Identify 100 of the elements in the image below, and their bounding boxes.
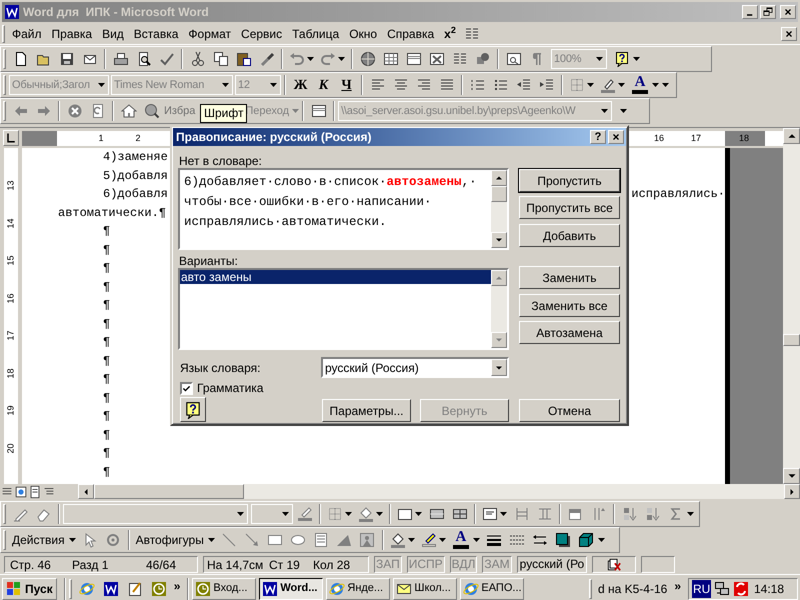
shadow-icon[interactable] <box>555 532 572 548</box>
table-autoformat-icon[interactable] <box>568 506 584 522</box>
paste-icon[interactable] <box>236 51 252 67</box>
caret-icon[interactable] <box>438 538 446 542</box>
dialog-button[interactable]: Автозамена <box>519 321 620 344</box>
menu-item[interactable]: Сервис <box>236 24 288 42</box>
close-icon[interactable] <box>783 7 793 17</box>
vertical-scrollbar[interactable] <box>783 128 800 484</box>
highlighter-icon[interactable] <box>600 77 616 93</box>
menu-item[interactable]: Таблица <box>287 24 344 42</box>
rotate-icon[interactable] <box>105 532 122 548</box>
dialog-button[interactable]: Добавить <box>519 224 620 247</box>
oval-icon[interactable] <box>290 532 306 548</box>
distribute-rows-icon[interactable] <box>514 506 530 522</box>
spelling-icon[interactable] <box>158 51 174 67</box>
notepad-icon[interactable] <box>126 580 143 596</box>
caret-icon[interactable] <box>598 538 605 542</box>
stop-icon[interactable] <box>66 103 82 119</box>
sort-descending-icon[interactable] <box>644 506 660 522</box>
dialog-button[interactable]: Отмена <box>519 399 620 422</box>
arrow-icon[interactable] <box>244 532 260 548</box>
scrollbar-thumb[interactable] <box>783 334 800 346</box>
actions-menu-button[interactable]: Действия <box>9 531 79 549</box>
web-view-icon[interactable] <box>14 484 28 498</box>
caret-icon[interactable] <box>587 83 594 87</box>
horizontal-scrollbar[interactable] <box>78 484 800 499</box>
underline-button[interactable]: Ч <box>335 74 358 96</box>
menu-item[interactable]: Справка <box>382 24 440 42</box>
dialog-button[interactable]: Параметры... <box>322 399 411 422</box>
web-search-icon[interactable] <box>144 103 160 119</box>
caret-icon[interactable] <box>345 512 352 516</box>
caret-icon[interactable] <box>68 538 76 542</box>
scrollbar-thumb[interactable] <box>94 484 244 499</box>
menu-item[interactable]: Правка <box>46 24 98 42</box>
forward-arrow-icon[interactable] <box>36 103 52 119</box>
caret-icon[interactable] <box>408 538 415 542</box>
scrollbar-thumb[interactable] <box>491 186 507 202</box>
caret-icon[interactable] <box>208 538 215 542</box>
caret-icon[interactable] <box>687 512 694 516</box>
clip-art-icon[interactable] <box>359 532 376 548</box>
caret-icon[interactable] <box>282 512 289 516</box>
outside-border-icon[interactable] <box>397 506 413 522</box>
arrow-style-icon[interactable] <box>532 532 548 548</box>
border-color-icon[interactable] <box>296 506 312 522</box>
tables-borders-icon[interactable] <box>382 51 398 67</box>
close-button[interactable] <box>780 5 796 19</box>
text-field[interactable]: 6)добавляет·слово·в·список·автозамены,· чтобы·все·ошибки·в·его·написании· исправлялись·автоматически. <box>178 168 509 250</box>
copy-icon[interactable] <box>212 51 228 67</box>
web-toolbar-icon[interactable] <box>310 103 327 119</box>
close-document-button[interactable] <box>781 26 797 40</box>
caret-icon[interactable] <box>620 109 628 113</box>
menu-item[interactable]: Формат <box>183 24 236 42</box>
caret-icon[interactable] <box>472 538 480 542</box>
cell-align-icon[interactable] <box>482 506 498 522</box>
fill-bucket-icon[interactable] <box>390 532 406 548</box>
suggestions-list[interactable]: авто замены <box>178 268 509 350</box>
autoshapes-menu-button[interactable]: Автофигуры <box>132 531 218 549</box>
caret-icon[interactable] <box>600 109 608 113</box>
start-button[interactable]: Пуск <box>2 578 57 600</box>
dialog-button[interactable]: Пропустить все <box>519 196 620 219</box>
menu-item[interactable]: Окно <box>344 24 382 42</box>
browser-icon[interactable] <box>78 580 95 596</box>
font-color-button[interactable]: A <box>631 75 649 95</box>
print-layout-icon[interactable] <box>28 484 42 498</box>
caret-icon[interactable] <box>270 83 276 87</box>
windows-logo-icon[interactable] <box>6 580 22 596</box>
language-dropdown[interactable]: русский (Россия) <box>321 357 509 378</box>
taskbar-button[interactable]: Янде... <box>326 578 390 600</box>
help-button[interactable]: ? <box>590 130 606 144</box>
word-document-icon[interactable] <box>262 580 278 596</box>
menu-item[interactable]: Файл <box>7 24 47 42</box>
caret-icon[interactable] <box>500 512 507 516</box>
save-icon[interactable] <box>58 51 74 67</box>
print-icon[interactable] <box>112 51 128 67</box>
caret-icon[interactable] <box>596 57 602 61</box>
taskbar-button[interactable]: ЕАПО... <box>460 578 524 600</box>
more-button[interactable]: » <box>674 577 681 595</box>
italic-button[interactable]: К <box>312 74 335 96</box>
font-color-button[interactable]: A <box>452 530 470 550</box>
caret-icon[interactable] <box>237 512 244 516</box>
language-indicator[interactable]: RU <box>692 580 712 598</box>
caret-icon[interactable] <box>338 57 345 61</box>
close-icon[interactable] <box>611 132 621 142</box>
clock-icon[interactable] <box>150 580 167 596</box>
numbered-list-icon[interactable] <box>470 77 486 93</box>
taskbar-button[interactable]: Word... <box>259 578 324 600</box>
network-computers-icon[interactable] <box>714 580 730 596</box>
browser-icon[interactable] <box>329 580 346 596</box>
dialog-button[interactable]: Заменить все <box>519 294 620 317</box>
sort-ascending-icon[interactable] <box>622 506 638 522</box>
close-icon[interactable] <box>784 28 794 38</box>
hyperlink-globe-icon[interactable] <box>360 51 376 67</box>
caret-icon[interactable] <box>618 83 625 87</box>
help-icon[interactable] <box>614 51 630 67</box>
columns-arrow-icon[interactable] <box>464 26 480 42</box>
rectangle-icon[interactable] <box>267 532 284 548</box>
caret-icon[interactable] <box>376 512 383 516</box>
bulleted-list-icon[interactable] <box>492 77 508 93</box>
clock-icon[interactable] <box>195 580 212 596</box>
format-painter-icon[interactable] <box>258 51 274 67</box>
